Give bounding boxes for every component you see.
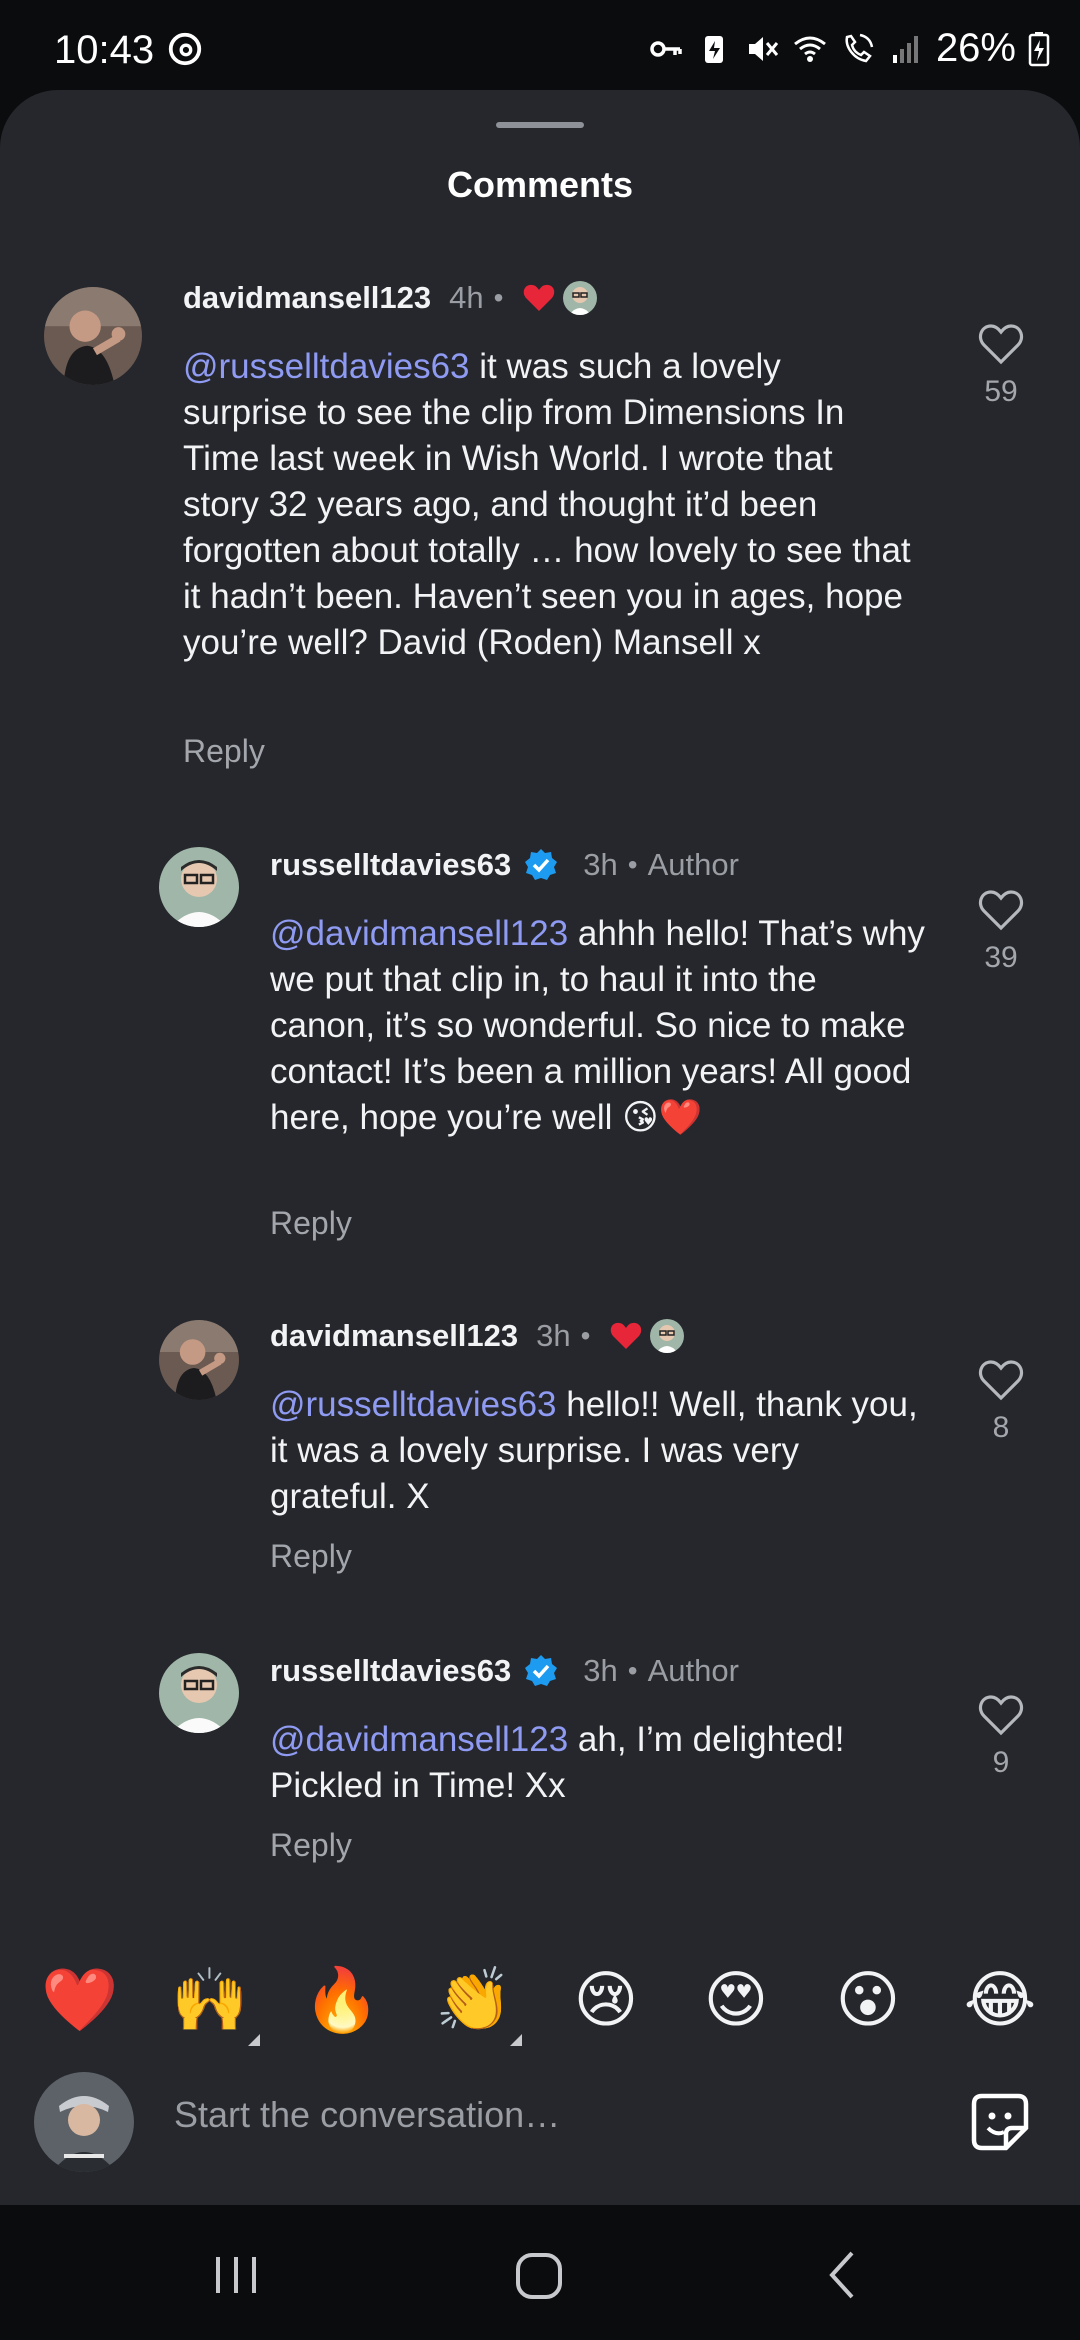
liked-by-author-heart-icon — [611, 1322, 642, 1349]
reaction-heart-emoji[interactable]: ❤️ — [40, 1960, 120, 2040]
reaction-laughing-emoji[interactable]: 😂 — [960, 1960, 1040, 2040]
reply-button[interactable]: Reply — [270, 1538, 352, 1575]
sticker-icon[interactable] — [968, 2090, 1032, 2154]
avatar-image — [44, 287, 142, 385]
like-count: 59 — [984, 375, 1018, 408]
sheet-title: Comments — [446, 164, 634, 205]
author-mini-avatar — [563, 281, 598, 315]
status-time: 10:43 — [54, 28, 155, 72]
battery-saver-icon — [704, 35, 723, 63]
author-mini-avatar — [650, 1319, 685, 1353]
comment-body: @russelltdavies63 hello!! Well, thank yo… — [270, 1382, 930, 1520]
separator-dot: • — [580, 1320, 591, 1351]
comment-mention[interactable]: @davidmansell123 — [270, 1720, 568, 1759]
separator-dot: • — [627, 1655, 638, 1686]
comment-text: it was such a lovely surprise to see the… — [183, 347, 911, 662]
comment-username[interactable]: davidmansell123 — [270, 1318, 518, 1354]
avatar-image — [34, 2072, 134, 2172]
comment-body: @davidmansell123 ahhh hello! That’s why … — [270, 911, 930, 1141]
mute-icon — [748, 36, 779, 61]
reaction-raised-hands-emoji[interactable]: 🙌 — [170, 1960, 250, 2040]
comment-input[interactable]: Start the conversation… — [174, 2094, 560, 2136]
like-count: 8 — [992, 1411, 1010, 1444]
comment-emoji: 😘❤️ — [622, 1098, 703, 1137]
comment-time: 3h — [583, 1653, 618, 1688]
author-label: Author — [647, 847, 739, 882]
comment-time: 3h — [583, 847, 618, 882]
reply-button[interactable]: Reply — [270, 1827, 352, 1864]
recent-apps-icon[interactable] — [206, 2235, 266, 2315]
like-button[interactable]: 8 — [971, 1358, 1031, 1445]
avatar-russelltdavies63[interactable] — [159, 847, 239, 927]
wifi-calling-icon — [845, 33, 874, 62]
battery-percent: 26% — [935, 26, 1016, 70]
comment-body: @russelltdavies63 it was such a lovely s… — [183, 344, 913, 666]
heart-outline-icon — [978, 1695, 1024, 1736]
avatar-image — [159, 1320, 239, 1400]
heart-outline-icon — [978, 1360, 1024, 1401]
separator-dot: • — [493, 282, 504, 313]
separator-dot: • — [627, 849, 638, 880]
comment-time: 4h — [449, 280, 484, 315]
verified-badge-icon — [525, 849, 558, 880]
drag-handle[interactable] — [496, 122, 584, 128]
avatar-image — [159, 847, 239, 927]
signal-icon — [892, 35, 918, 63]
status-icons: 26% — [648, 26, 1050, 71]
status-bar: 10:43 26% — [0, 0, 1080, 95]
avatar-davidmansell123[interactable] — [44, 287, 142, 385]
comment-mention[interactable]: @davidmansell123 — [270, 914, 568, 953]
comment-mention[interactable]: @russelltdavies63 — [270, 1385, 557, 1424]
heart-outline-icon — [978, 324, 1024, 365]
verified-badge-icon — [525, 1655, 558, 1686]
avatar-russelltdavies63[interactable] — [159, 1653, 239, 1733]
skin-tone-indicator — [248, 2034, 260, 2046]
like-button[interactable]: 59 — [971, 322, 1031, 409]
reply-button[interactable]: Reply — [270, 1205, 352, 1242]
comment-mention[interactable]: @russelltdavies63 — [183, 347, 470, 386]
liked-by-author-heart-icon — [524, 284, 555, 311]
back-icon[interactable] — [812, 2235, 872, 2315]
threads-app-icon — [168, 32, 202, 66]
wifi-icon — [794, 36, 826, 62]
reaction-surprised-emoji[interactable]: 😮 — [828, 1960, 908, 2040]
comment-meta: russelltdavies63 3h • Author — [270, 1653, 739, 1689]
like-button[interactable]: 39 — [971, 888, 1031, 975]
comment-body: @davidmansell123 ah, I’m delighted! Pick… — [270, 1717, 930, 1809]
like-count: 9 — [992, 1746, 1010, 1779]
reaction-clapping-emoji[interactable]: 👏 — [434, 1960, 514, 2040]
comment-username[interactable]: russelltdavies63 — [270, 847, 511, 883]
skin-tone-indicator — [510, 2034, 522, 2046]
reaction-heart-eyes-emoji[interactable]: 😍 — [696, 1960, 776, 2040]
reaction-fire-emoji[interactable]: 🔥 — [302, 1960, 382, 2040]
comment-time: 3h — [536, 1318, 571, 1353]
current-user-avatar — [34, 2072, 134, 2172]
reaction-crying-emoji[interactable]: 😢 — [566, 1960, 646, 2040]
author-label: Author — [647, 1653, 739, 1688]
comment-meta: davidmansell123 3h • — [270, 1318, 685, 1354]
heart-outline-icon — [978, 890, 1024, 931]
comment-meta: davidmansell123 4h • — [183, 280, 598, 316]
like-button[interactable]: 9 — [971, 1693, 1031, 1780]
reply-button[interactable]: Reply — [183, 733, 265, 770]
comment-username[interactable]: russelltdavies63 — [270, 1653, 511, 1689]
avatar-davidmansell123[interactable] — [159, 1320, 239, 1400]
battery-icon — [1028, 31, 1050, 66]
emoji-reaction-bar: ❤️ 🙌 🔥 👏 😢 😍 😮 😂 — [0, 1960, 1080, 2046]
avatar-image — [159, 1653, 239, 1733]
home-icon[interactable] — [510, 2235, 570, 2315]
comment-username[interactable]: davidmansell123 — [183, 280, 431, 316]
like-count: 39 — [984, 941, 1018, 974]
system-navigation-bar — [0, 2205, 1080, 2340]
vpn-key-icon — [650, 40, 682, 57]
comment-meta: russelltdavies63 3h • Author — [270, 847, 739, 883]
